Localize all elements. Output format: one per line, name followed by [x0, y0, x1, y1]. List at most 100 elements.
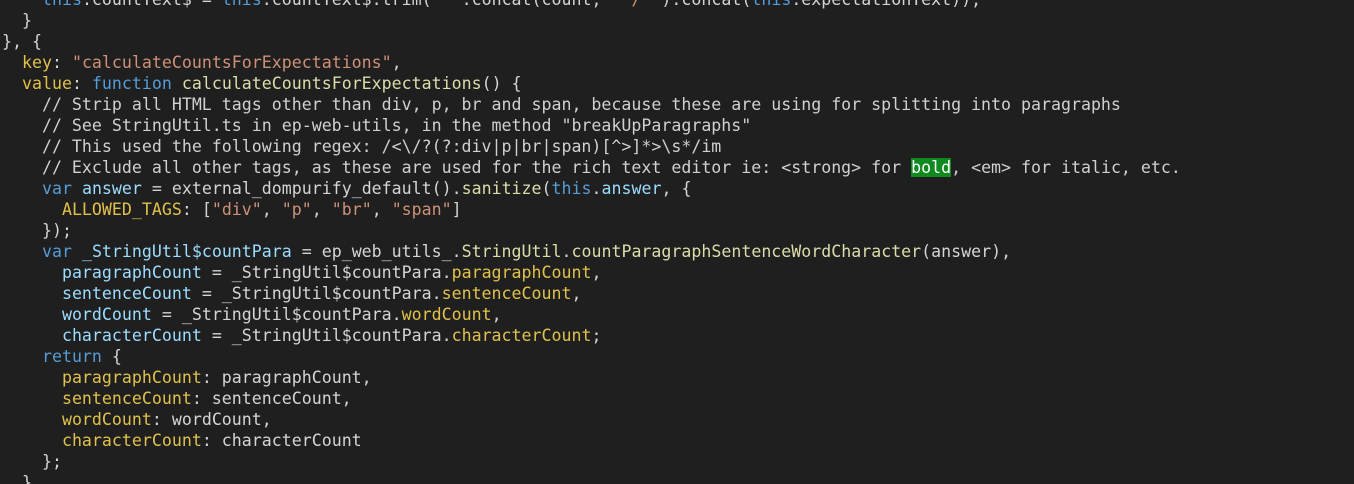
code-token: // This used the following regex: /<\/?(… [2, 137, 722, 156]
code-line[interactable]: sentenceCount: sentenceCount, [2, 388, 1352, 409]
code-token: this [551, 179, 592, 198]
code-line[interactable]: sentenceCount = _StringUtil$countPara.se… [2, 283, 1352, 304]
code-token: , [261, 200, 282, 219]
code-token: function [91, 74, 172, 93]
code-token: = _StringUtil$countPara. [201, 326, 452, 345]
code-token: paragraphCount [451, 263, 592, 282]
code-token: , <em> for italic, etc. [951, 158, 1181, 177]
code-token: .expectationText)); [791, 0, 981, 9]
code-token: key [21, 53, 52, 72]
code-token: "p" [281, 200, 312, 219]
code-token: value [21, 74, 72, 93]
code-token: = external_dompurify_default(). [141, 179, 462, 198]
code-token: this [751, 0, 791, 9]
code-line[interactable]: paragraphCount: paragraphCount, [2, 367, 1352, 388]
code-token: , [311, 200, 332, 219]
code-line[interactable]: return { [2, 346, 1352, 367]
code-token: sentenceCount [61, 389, 192, 408]
code-token: characterCount [61, 431, 202, 450]
code-line[interactable]: // Exclude all other tags, as these are … [2, 157, 1352, 178]
code-token: } [2, 11, 32, 30]
code-token: }); [2, 221, 72, 240]
code-line[interactable]: var _StringUtil$countPara = ep_web_utils… [2, 241, 1352, 262]
code-token: paragraphCount [61, 368, 202, 387]
code-token: .countText$.trim( [262, 0, 432, 9]
code-line[interactable]: this.countText$ = this.countText$.trim("… [2, 0, 1352, 10]
code-line[interactable]: }; [2, 451, 1352, 472]
code-token: // Strip all HTML tags other than div, p… [2, 95, 1121, 114]
code-token: // Exclude all other tags, as these are … [2, 158, 912, 177]
code-token: , { [661, 179, 692, 198]
code-line[interactable]: } [2, 10, 1352, 31]
code-token: var [41, 242, 72, 261]
code-token: . [591, 179, 602, 198]
code-line[interactable]: } [2, 472, 1352, 484]
code-token: sentenceCount [441, 284, 572, 303]
code-token: "br" [331, 200, 372, 219]
code-token: ALLOWED_TAGS [61, 200, 182, 219]
code-token: StringUtil [461, 242, 562, 261]
code-token: }, { [2, 32, 42, 51]
code-line[interactable]: key: "calculateCountsForExpectations", [2, 52, 1352, 73]
code-token: , [591, 263, 602, 282]
code-token: "span" [391, 200, 452, 219]
search-highlight: bold [911, 158, 952, 177]
code-view[interactable]: this.countText$ = this.countText$.trim("… [2, 0, 1352, 484]
code-token: "calculateCountsForExpectations" [71, 53, 392, 72]
code-token: , [491, 305, 502, 324]
code-line[interactable]: // Strip all HTML tags other than div, p… [2, 94, 1352, 115]
code-line[interactable]: wordCount = _StringUtil$countPara.wordCo… [2, 304, 1352, 325]
code-line[interactable]: }, { [2, 31, 1352, 52]
code-line[interactable]: }); [2, 220, 1352, 241]
code-token: : [51, 53, 72, 72]
code-token: var [41, 179, 72, 198]
code-token: = _StringUtil$countPara. [151, 305, 402, 324]
code-token: { [101, 347, 122, 366]
code-token: () { [481, 74, 522, 93]
code-token: : wordCount, [151, 410, 272, 429]
code-token: characterCount [451, 326, 592, 345]
code-token: : characterCount [201, 431, 362, 450]
code-token: .concat(count, [462, 0, 612, 9]
code-token: , [371, 200, 392, 219]
code-token: ; [591, 326, 602, 345]
code-token: " / " [611, 0, 661, 9]
code-token: ( [541, 179, 552, 198]
code-token: = ep_web_utils_. [291, 242, 462, 261]
code-token: ] [451, 200, 462, 219]
code-line[interactable]: // See StringUtil.ts in ep-web-utils, in… [2, 115, 1352, 136]
code-token: } [2, 473, 32, 484]
code-token: "div" [211, 200, 262, 219]
code-token: .countText$ = [82, 0, 222, 9]
code-line[interactable]: paragraphCount = _StringUtil$countPara.p… [2, 262, 1352, 283]
code-token: answer [81, 179, 142, 198]
code-line[interactable]: var answer = external_dompurify_default(… [2, 178, 1352, 199]
code-line[interactable]: value: function calculateCountsForExpect… [2, 73, 1352, 94]
code-line[interactable]: wordCount: wordCount, [2, 409, 1352, 430]
code-token: wordCount [401, 305, 492, 324]
code-token: _StringUtil$countPara [81, 242, 292, 261]
code-line[interactable]: ALLOWED_TAGS: ["div", "p", "br", "span"] [2, 199, 1352, 220]
code-token: : sentenceCount, [191, 389, 352, 408]
code-line[interactable]: characterCount = _StringUtil$countPara.c… [2, 325, 1352, 346]
code-line[interactable]: // This used the following regex: /<\/?(… [2, 136, 1352, 157]
code-token: , [391, 53, 402, 72]
code-editor[interactable]: this.countText$ = this.countText$.trim("… [0, 0, 1354, 484]
code-line[interactable]: characterCount: characterCount [2, 430, 1352, 451]
code-token: : [ [181, 200, 212, 219]
code-token: this [42, 0, 82, 9]
